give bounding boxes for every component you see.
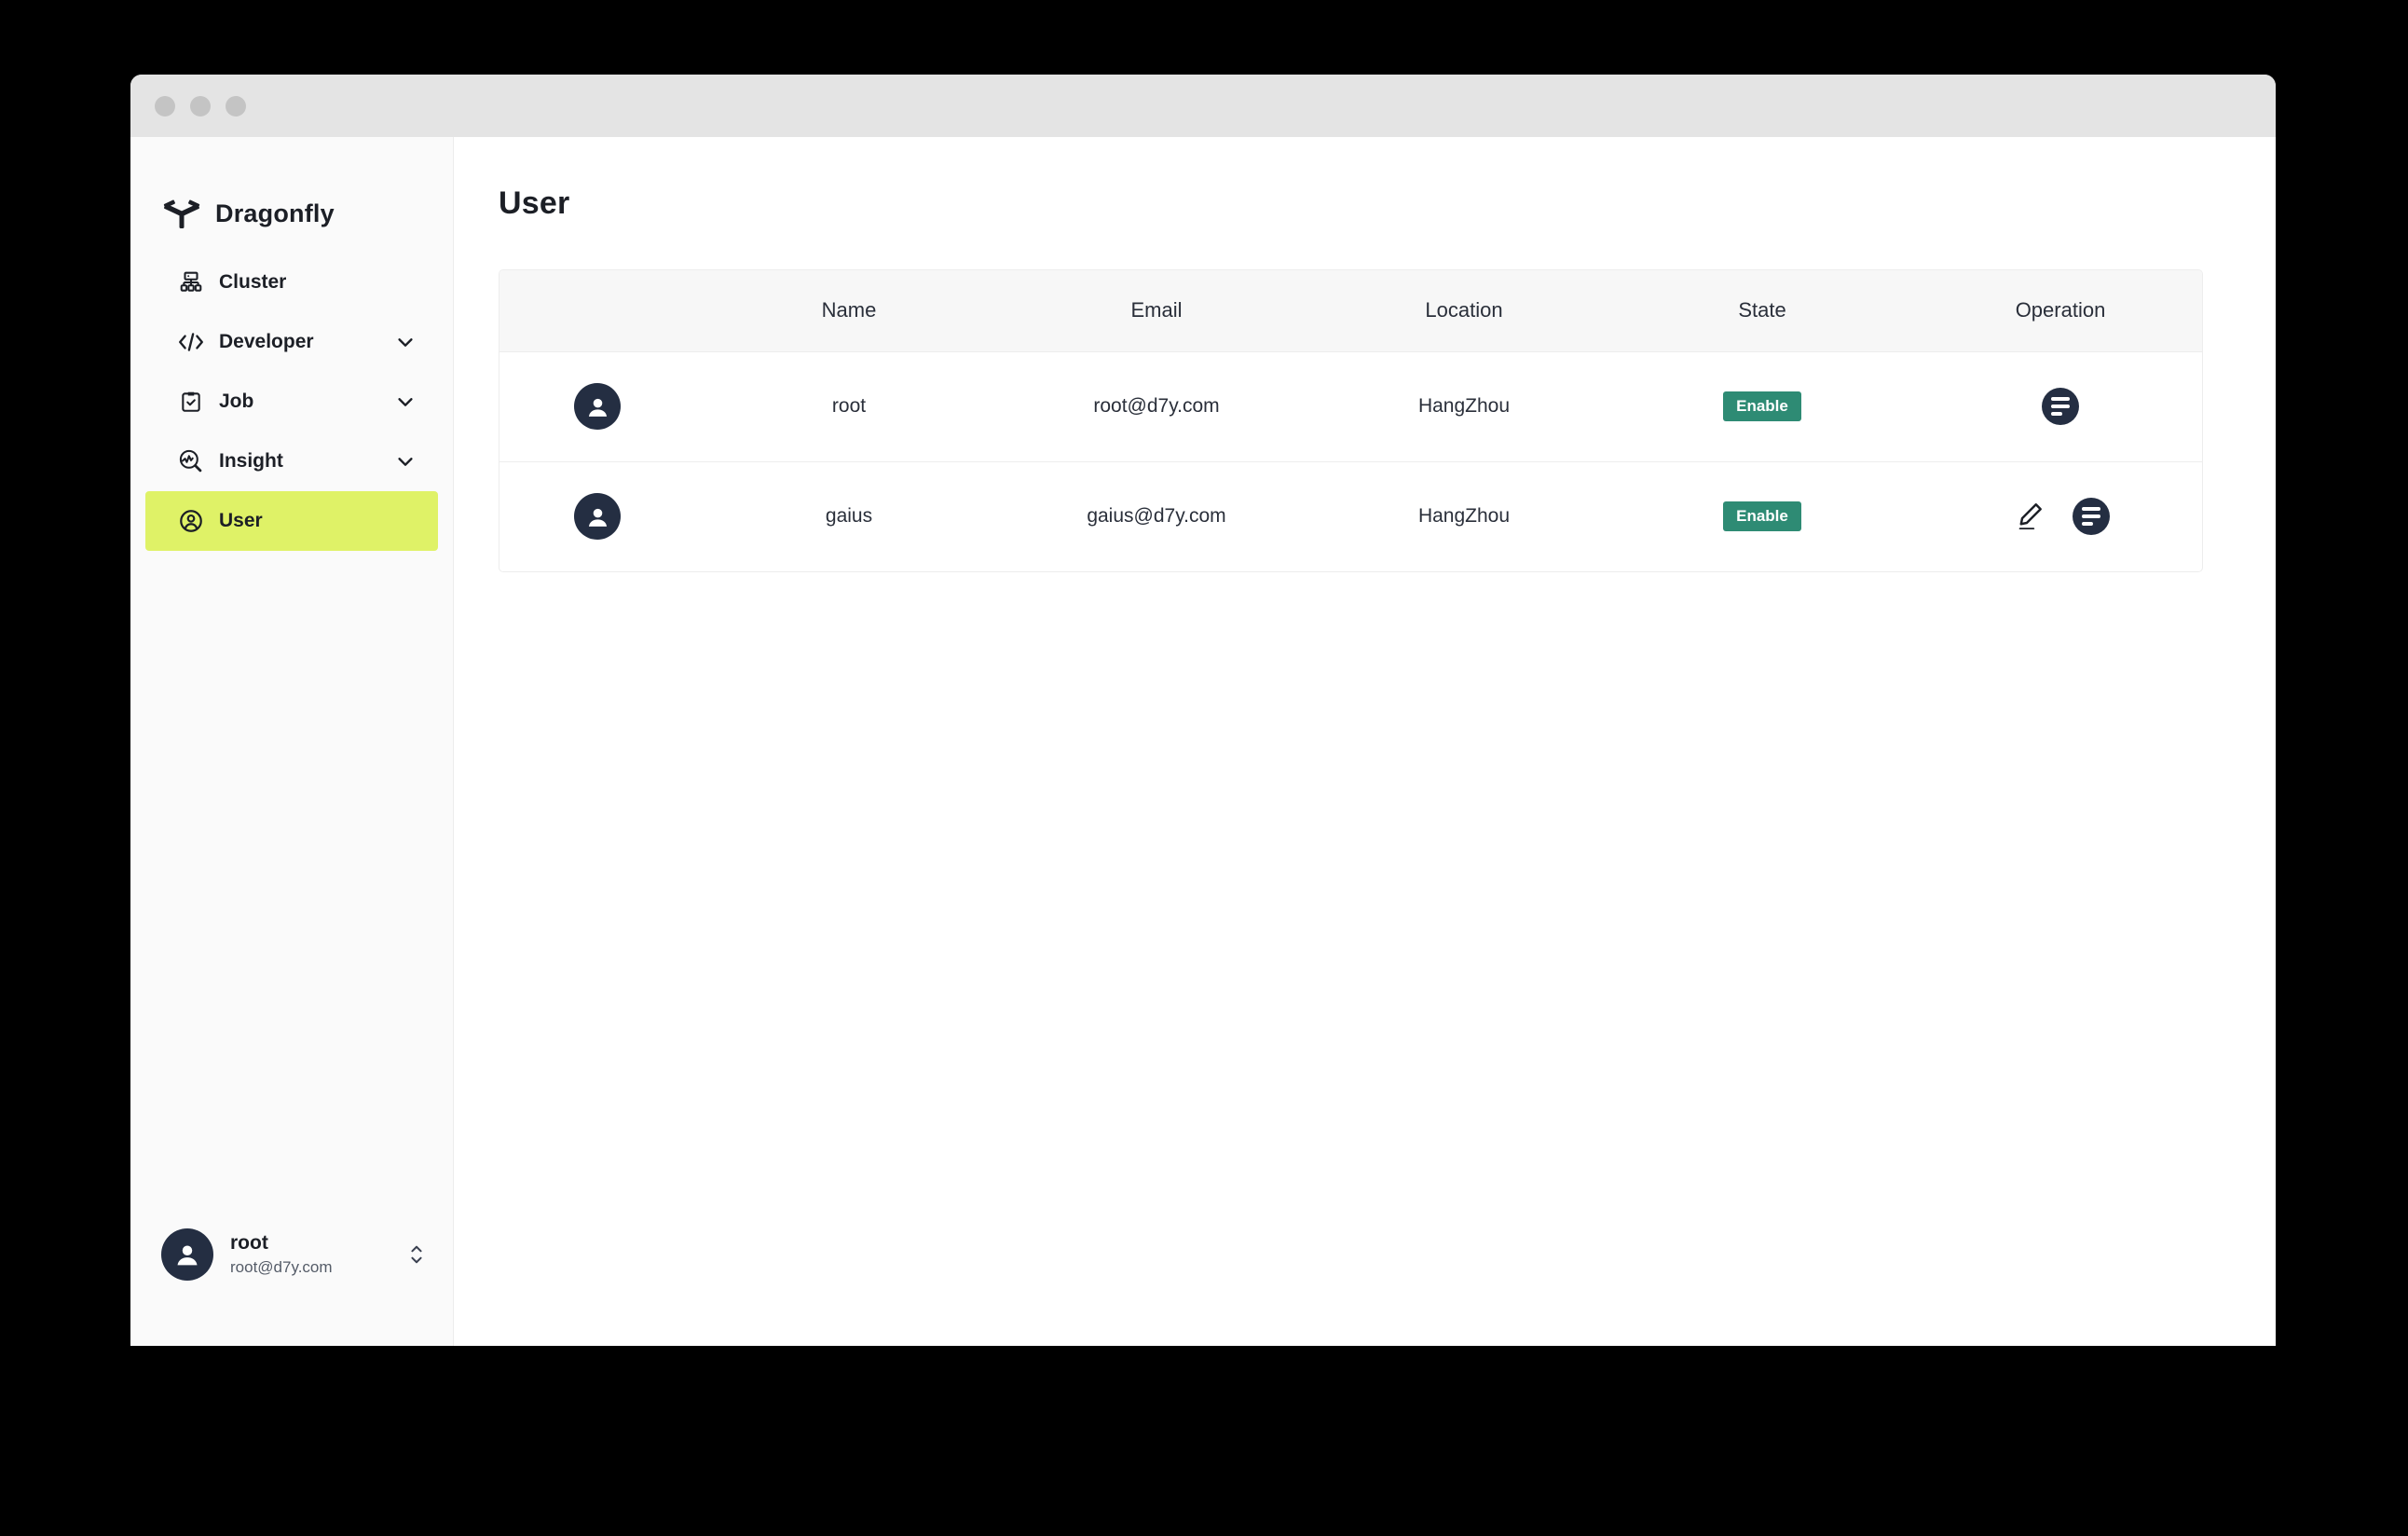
sidebar-item-label: User — [219, 510, 263, 531]
user-table: Name Email Location State Operation root… — [499, 270, 2202, 571]
main-content: User Name Email Location State Operation — [454, 137, 2276, 1346]
row-operation-cell — [1907, 351, 2202, 462]
profile-name: root — [230, 1232, 268, 1255]
clipboard-check-icon — [176, 387, 206, 417]
row-state-cell: Enable — [1618, 461, 1907, 571]
column-header-location: Location — [1310, 270, 1618, 352]
row-location: HangZhou — [1417, 505, 1511, 528]
column-header-email: Email — [1003, 270, 1310, 352]
row-name: gaius — [825, 505, 873, 528]
edit-pencil-icon — [2015, 501, 2045, 533]
brand: Dragonfly — [130, 137, 453, 247]
user-table-card: Name Email Location State Operation root… — [499, 269, 2203, 572]
column-header-state: State — [1618, 270, 1907, 352]
sidebar-item-label: Developer — [219, 331, 314, 352]
app-window: Dragonfly Cluster Developer Job Insight … — [130, 75, 2276, 1346]
status-badge: Enable — [1723, 501, 1801, 532]
row-email: root@d7y.com — [1003, 351, 1310, 462]
cluster-icon — [176, 267, 206, 297]
row-operations — [1907, 498, 2202, 536]
column-header-operation: Operation — [1907, 270, 2202, 352]
avatar-icon — [161, 1228, 213, 1281]
row-state-cell: Enable — [1618, 351, 1907, 462]
chevron-down-icon[interactable] — [395, 391, 416, 412]
table-row: root root@d7y.com HangZhou Enable — [499, 351, 2202, 462]
minimize-window-button[interactable] — [190, 95, 211, 117]
dragonfly-logo-icon — [161, 194, 202, 235]
row-email: gaius@d7y.com — [1087, 505, 1226, 528]
menu-icon — [2073, 498, 2110, 536]
profile-email: root@d7y.com — [230, 1257, 333, 1276]
sidebar-nav: Cluster Developer Job Insight User — [130, 253, 453, 551]
insight-search-icon — [176, 446, 206, 476]
column-header-name: Name — [695, 270, 1003, 352]
table-body: root root@d7y.com HangZhou Enable gaius … — [499, 351, 2202, 571]
chevron-up-down-icon[interactable] — [406, 1239, 427, 1270]
status-badge: Enable — [1723, 391, 1801, 422]
row-name: root — [695, 351, 1003, 462]
row-menu-button[interactable] — [2042, 388, 2079, 425]
profile-text: root root@d7y.com — [230, 1230, 406, 1278]
close-window-button[interactable] — [155, 95, 175, 117]
window-titlebar — [130, 75, 2276, 137]
table-row: gaius gaius@d7y.com HangZhou Enable — [499, 461, 2202, 571]
chevron-down-icon[interactable] — [395, 332, 416, 352]
chevron-down-icon[interactable] — [395, 451, 416, 472]
column-header-avatar — [499, 270, 695, 352]
menu-icon — [2042, 388, 2079, 425]
table-head: Name Email Location State Operation — [499, 270, 2202, 352]
sidebar-item-job[interactable]: Job — [145, 372, 438, 432]
row-operation-cell — [1907, 461, 2202, 571]
sidebar: Dragonfly Cluster Developer Job Insight … — [130, 137, 454, 1346]
code-icon — [176, 327, 206, 357]
avatar-icon — [574, 493, 621, 541]
row-location: HangZhou — [1310, 351, 1618, 462]
row-menu-button[interactable] — [2073, 498, 2110, 536]
row-avatar-cell — [499, 351, 695, 462]
row-avatar-cell — [499, 461, 695, 571]
row-edit-button[interactable] — [2011, 498, 2048, 535]
sidebar-item-cluster[interactable]: Cluster — [145, 253, 438, 312]
brand-name: Dragonfly — [215, 199, 335, 227]
sidebar-item-label: Cluster — [219, 271, 287, 293]
sidebar-item-user[interactable]: User — [145, 491, 438, 551]
app-body: Dragonfly Cluster Developer Job Insight … — [130, 137, 2276, 1346]
sidebar-item-developer[interactable]: Developer — [145, 312, 438, 372]
sidebar-profile[interactable]: root root@d7y.com — [130, 1228, 453, 1281]
sidebar-item-label: Insight — [219, 450, 283, 472]
user-circle-icon — [176, 506, 206, 536]
row-operations — [1907, 388, 2202, 425]
sidebar-item-insight[interactable]: Insight — [145, 432, 438, 491]
table-header-row: Name Email Location State Operation — [499, 270, 2202, 352]
page-title: User — [499, 185, 570, 221]
avatar-icon — [574, 383, 621, 430]
maximize-window-button[interactable] — [226, 95, 246, 117]
sidebar-item-label: Job — [219, 391, 254, 412]
